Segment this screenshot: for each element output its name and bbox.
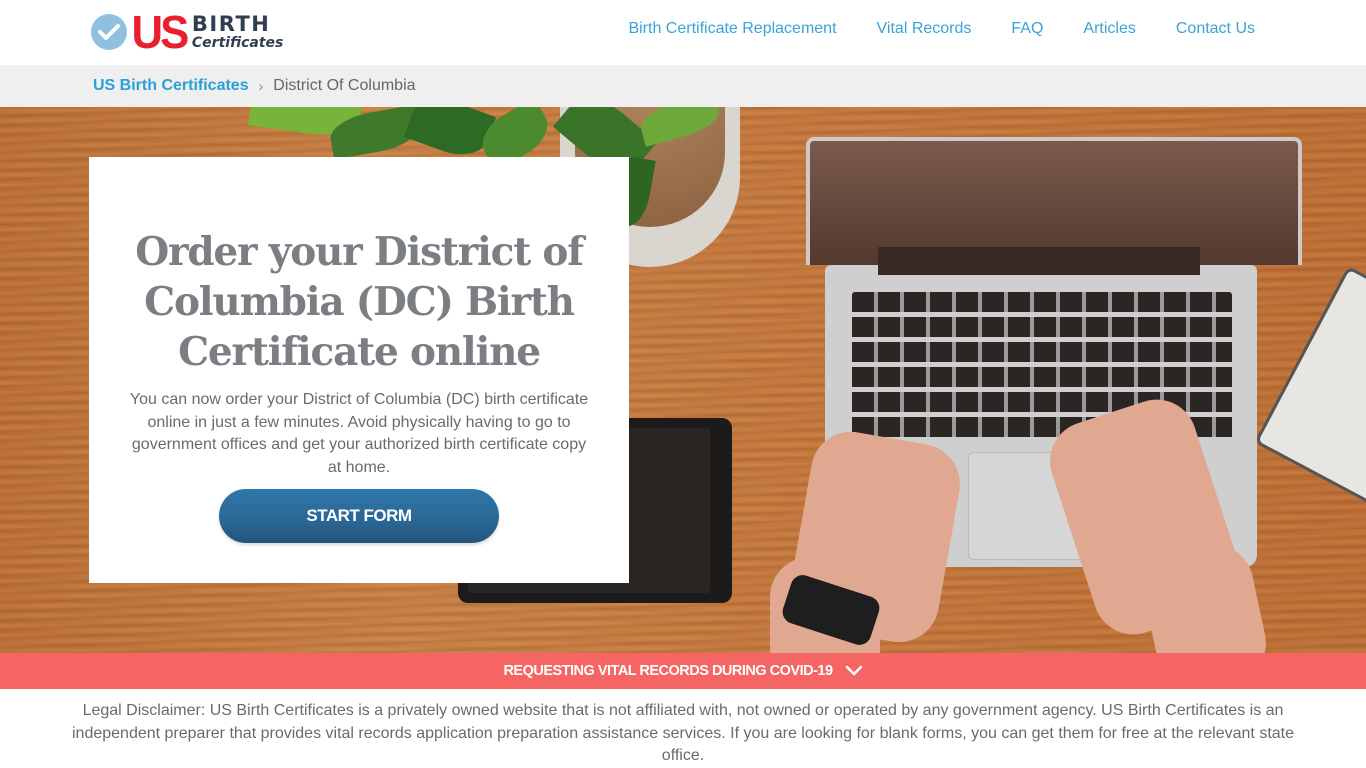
breadcrumb-separator-icon: ›	[258, 78, 264, 94]
hero-card: Order your District of Columbia (DC) Bir…	[89, 157, 629, 583]
covid-banner-label: REQUESTING VITAL RECORDS DURING COVID-19	[503, 663, 833, 679]
nav-vital-records[interactable]: Vital Records	[877, 20, 972, 38]
covid-banner[interactable]: REQUESTING VITAL RECORDS DURING COVID-19	[0, 653, 1366, 689]
site-header: US BIRTH Certificates Birth Certificate …	[0, 0, 1366, 65]
leaf-decoration	[403, 107, 497, 165]
hero-section: Order your District of Columbia (DC) Bir…	[0, 107, 1366, 653]
hero-title: Order your District of Columbia (DC) Bir…	[135, 229, 584, 375]
breadcrumb-home-link[interactable]: US Birth Certificates	[93, 77, 249, 95]
legal-disclaimer: Legal Disclaimer: US Birth Certificates …	[72, 702, 1294, 764]
breadcrumb-current: District Of Columbia	[273, 77, 416, 94]
nav-articles[interactable]: Articles	[1083, 20, 1135, 38]
logo-certificates-text: Certificates	[191, 35, 284, 51]
site-logo[interactable]: US BIRTH Certificates	[91, 6, 284, 58]
nav-contact-us[interactable]: Contact Us	[1176, 20, 1255, 38]
nav-birth-certificate-replacement[interactable]: Birth Certificate Replacement	[628, 20, 836, 38]
chevron-down-icon[interactable]	[845, 665, 863, 677]
logo-birth-text: BIRTH	[191, 12, 271, 36]
logo-wordmark: BIRTH Certificates	[191, 12, 284, 51]
notebook-decoration	[1254, 265, 1366, 509]
main-nav: Birth Certificate Replacement Vital Reco…	[628, 20, 1255, 38]
breadcrumb: US Birth Certificates › District Of Colu…	[0, 65, 1366, 107]
logo-us-text: US	[131, 6, 189, 58]
laptop-screen-decoration	[806, 137, 1302, 265]
nav-faq[interactable]: FAQ	[1011, 20, 1043, 38]
hero-description: You can now order your District of Colum…	[129, 391, 589, 476]
check-circle-icon	[91, 14, 127, 50]
laptop-hinge-decoration	[878, 247, 1200, 275]
start-form-button[interactable]: START FORM	[219, 489, 499, 543]
